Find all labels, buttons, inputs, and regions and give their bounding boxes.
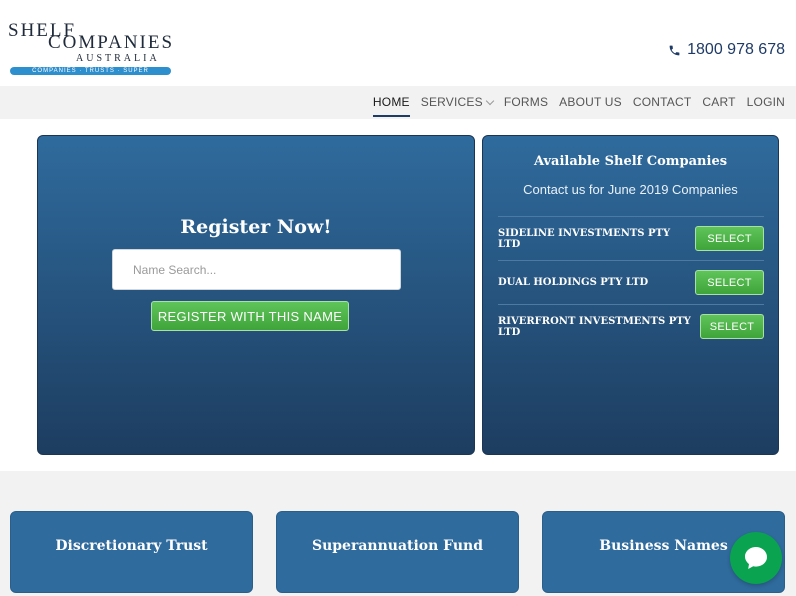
logo-line-3: AUSTRALIA — [76, 53, 160, 64]
nav-cart[interactable]: CART — [702, 86, 735, 119]
chat-widget-button[interactable] — [730, 532, 782, 584]
shelf-companies-logo[interactable]: SHELF COMPANIES AUSTRALIA COMPANIES · TR… — [8, 20, 174, 78]
register-panel: Register Now! REGISTER WITH THIS NAME — [37, 135, 475, 455]
nav-services[interactable]: SERVICES — [420, 86, 495, 119]
service-card-label: Discretionary Trust — [55, 538, 208, 554]
nav-home[interactable]: HOME — [372, 86, 410, 119]
phone-icon — [669, 45, 680, 55]
nav-forms[interactable]: FORMS — [504, 86, 548, 119]
logo-tagline: COMPANIES · TRUSTS · SUPER — [10, 67, 171, 75]
company-row: SIDELINE INVESTMENTS PTY LTD SELECT — [498, 216, 764, 260]
phone-link[interactable]: 1800 978 678 — [668, 41, 785, 59]
company-name: DUAL HOLDINGS PTY LTD — [498, 277, 649, 288]
chat-bubble-icon — [745, 547, 767, 569]
main-nav: HOME SERVICES FORMS ABOUT US CONTACT CAR… — [0, 86, 796, 119]
available-title: Available Shelf Companies — [533, 154, 728, 169]
phone-number: 1800 978 678 — [687, 41, 785, 58]
company-row: DUAL HOLDINGS PTY LTD SELECT — [498, 260, 764, 304]
register-title: Register Now! — [180, 216, 332, 238]
nav-services-label: SERVICES — [420, 95, 483, 109]
nav-contact[interactable]: CONTACT — [633, 86, 692, 119]
nav-about[interactable]: ABOUT US — [559, 86, 622, 119]
company-row: RIVERFRONT INVESTMENTS PTY LTD SELECT — [498, 304, 764, 348]
available-companies-panel: Available Shelf Companies Contact us for… — [482, 135, 779, 455]
service-card-label: Superannuation Fund — [311, 538, 484, 554]
select-company-button[interactable]: SELECT — [700, 314, 764, 339]
register-name-button[interactable]: REGISTER WITH THIS NAME — [151, 301, 349, 331]
select-company-button[interactable]: SELECT — [695, 270, 764, 295]
available-subtitle: Contact us for June 2019 Companies — [523, 182, 738, 197]
select-company-button[interactable]: SELECT — [695, 226, 764, 251]
chevron-down-icon — [485, 96, 495, 106]
name-search-input[interactable] — [112, 249, 401, 290]
logo-line-2: COMPANIES — [48, 32, 175, 53]
service-card-superannuation-fund[interactable]: Superannuation Fund — [276, 511, 519, 593]
site-header: SHELF COMPANIES AUSTRALIA COMPANIES · TR… — [0, 0, 796, 86]
company-name: RIVERFRONT INVESTMENTS PTY LTD — [498, 315, 691, 338]
service-card-discretionary-trust[interactable]: Discretionary Trust — [10, 511, 253, 593]
company-list: SIDELINE INVESTMENTS PTY LTD SELECT DUAL… — [498, 216, 764, 348]
nav-login[interactable]: LOGIN — [747, 86, 785, 119]
company-name: SIDELINE INVESTMENTS PTY LTD — [498, 227, 671, 250]
